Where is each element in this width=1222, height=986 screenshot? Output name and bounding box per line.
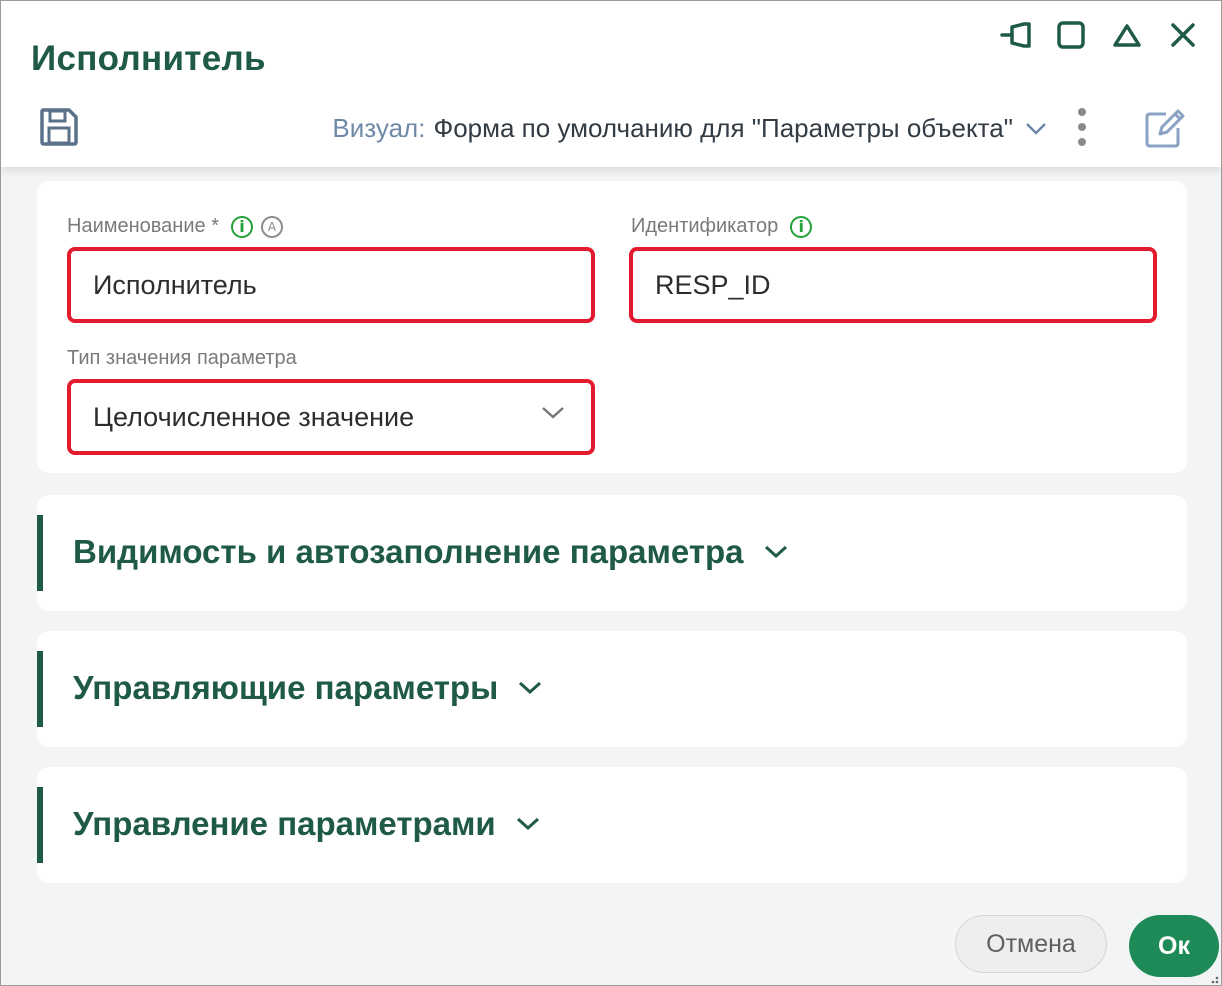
section-params-management[interactable]: Управление параметрами (37, 767, 1187, 883)
section-title-text: Видимость и автозаполнение параметра (73, 533, 744, 570)
ok-button[interactable]: Ок (1129, 915, 1219, 977)
section-control-params[interactable]: Управляющие параметры (37, 631, 1187, 747)
visual-value: Форма по умолчанию для "Параметры объект… (433, 113, 1013, 143)
identifier-field-label: Идентификатор i (631, 215, 820, 238)
section-title-text: Управляющие параметры (73, 669, 499, 706)
value-type-select-value: Целочисленное значение (93, 401, 415, 432)
pin-icon[interactable] (997, 15, 1037, 55)
section-visibility-autofill[interactable]: Видимость и автозаполнение параметра (37, 495, 1187, 611)
value-type-label-text: Тип значения параметра (67, 347, 297, 369)
collapse-icon[interactable] (1107, 15, 1147, 55)
resize-handle[interactable] (1207, 971, 1219, 984)
chevron-down-icon (541, 406, 565, 420)
section-title: Управляющие параметры (73, 669, 542, 707)
section-accent-bar (37, 651, 43, 727)
maximize-icon[interactable] (1051, 15, 1091, 55)
chevron-down-icon (1025, 122, 1047, 136)
chevron-down-icon (518, 681, 542, 695)
edit-icon (1145, 109, 1185, 148)
dialog-window: Исполнитель Визуал: Форма по умолчанию д… (0, 0, 1222, 986)
value-type-select[interactable]: Целочисленное значение (67, 379, 595, 455)
name-field-label: Наименование * i A (67, 215, 291, 238)
save-button[interactable] (37, 105, 81, 149)
section-title-text: Управление параметрами (73, 805, 496, 842)
floppy-disk-icon (40, 108, 78, 146)
section-title: Управление параметрами (73, 805, 540, 843)
name-input[interactable]: Исполнитель (67, 247, 595, 323)
name-input-value: Исполнитель (93, 269, 257, 300)
chevron-down-icon (764, 545, 788, 559)
section-title: Видимость и автозаполнение параметра (73, 533, 788, 571)
close-icon[interactable] (1163, 15, 1203, 55)
identifier-label-text: Идентификатор (631, 215, 779, 237)
dialog-header: Исполнитель Визуал: Форма по умолчанию д… (1, 1, 1221, 167)
section-accent-bar (37, 515, 43, 591)
kebab-menu-icon (1078, 108, 1086, 146)
value-type-field-label: Тип значения параметра (67, 347, 309, 370)
main-fields-card: Наименование * i A Исполнитель Идентифик… (37, 181, 1187, 473)
dialog-title: Исполнитель (31, 39, 266, 78)
visual-selector[interactable]: Визуал: Форма по умолчанию для "Параметр… (332, 113, 1047, 144)
auto-badge-icon[interactable]: A (260, 215, 283, 238)
info-icon[interactable]: i (790, 215, 813, 238)
cancel-button[interactable]: Отмена (955, 915, 1107, 973)
edit-visual-button[interactable] (1139, 103, 1189, 153)
chevron-down-icon (516, 817, 540, 831)
visual-label: Визуал: (332, 113, 426, 143)
name-label-text: Наименование * (67, 215, 219, 237)
info-icon[interactable]: i (230, 215, 253, 238)
section-accent-bar (37, 787, 43, 863)
identifier-input[interactable]: RESP_ID (629, 247, 1157, 323)
identifier-input-value: RESP_ID (655, 269, 771, 300)
more-options-button[interactable] (1067, 105, 1097, 149)
